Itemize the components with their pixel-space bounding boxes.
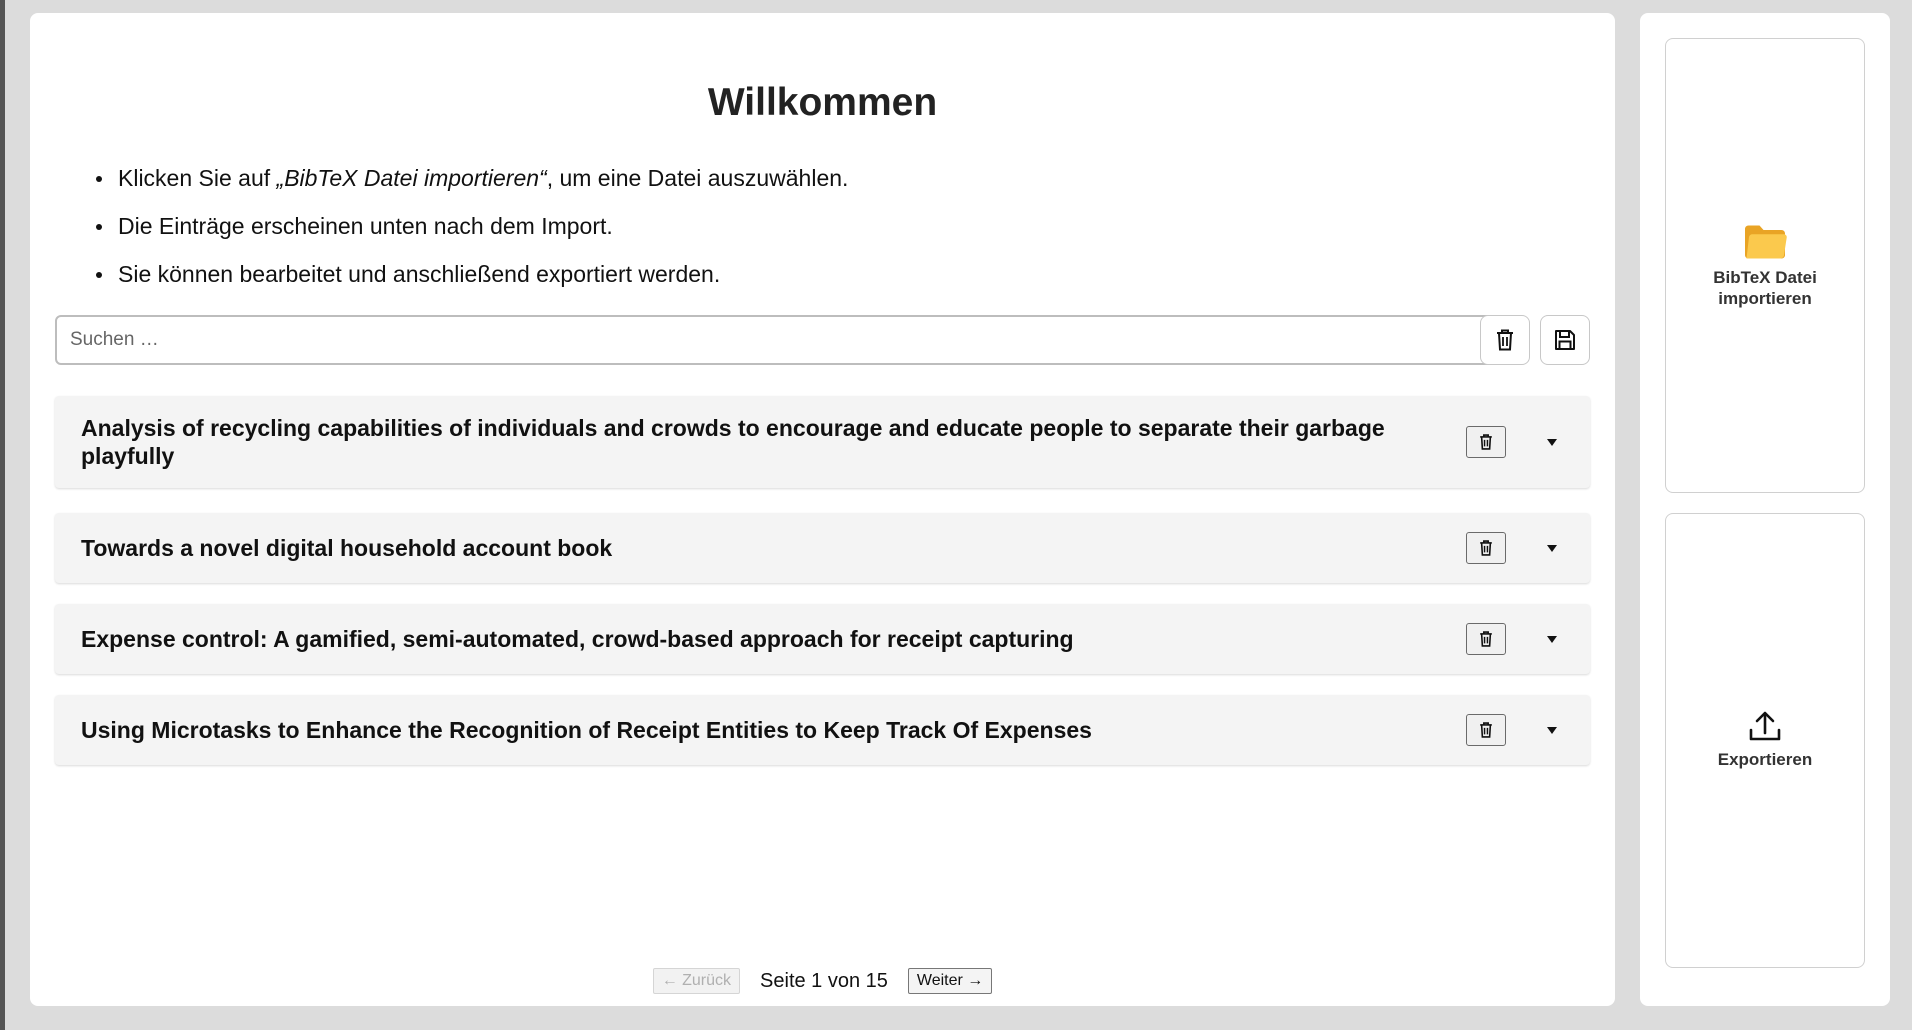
- main-panel: Willkommen Klicken Sie auf „BibTeX Datei…: [30, 13, 1615, 1006]
- trash-icon: [1480, 540, 1492, 556]
- expand-toggle[interactable]: [1544, 540, 1560, 556]
- page-indicator: Seite 1 von 15: [760, 969, 888, 992]
- list-item[interactable]: Using Microtasks to Enhance the Recognit…: [55, 695, 1590, 765]
- folder-icon: [1745, 225, 1787, 258]
- import-label: BibTeX Datei importieren: [1713, 267, 1817, 308]
- trash-icon: [1480, 631, 1492, 647]
- delete-entry-button[interactable]: [1466, 714, 1506, 746]
- caret-down-icon: [1547, 726, 1557, 734]
- caret-down-icon: [1547, 544, 1557, 552]
- list-item[interactable]: Analysis of recycling capabilities of in…: [55, 396, 1590, 488]
- entry-title: Expense control: A gamified, semi-automa…: [81, 626, 1074, 652]
- previous-page-button[interactable]: ← Zurück: [652, 968, 741, 994]
- instruction-list: Klicken Sie auf „BibTeX Datei importiere…: [88, 163, 848, 307]
- trash-icon: [1497, 329, 1513, 351]
- pagination: ← Zurück Seite 1 von 15 Weiter →: [30, 965, 1615, 997]
- instruction-item: Die Einträge erscheinen unten nach dem I…: [88, 211, 848, 259]
- page-title: Willkommen: [707, 81, 938, 124]
- list-item[interactable]: Towards a novel digital household accoun…: [55, 513, 1590, 583]
- instruction-item: Sie können bearbeitet und anschließend e…: [88, 259, 848, 307]
- entry-title: Towards a novel digital household accoun…: [81, 535, 613, 561]
- list-item[interactable]: Expense control: A gamified, semi-automa…: [55, 604, 1590, 674]
- trash-icon: [1480, 722, 1492, 738]
- window-edge: [0, 0, 5, 1030]
- expand-toggle[interactable]: [1544, 722, 1560, 738]
- entry-title: Using Microtasks to Enhance the Recognit…: [81, 717, 1092, 743]
- action-sidebar: BibTeX Datei importieren Exportieren: [1640, 13, 1890, 1006]
- expand-toggle[interactable]: [1544, 631, 1560, 647]
- export-label: Exportieren: [1717, 750, 1813, 769]
- delete-entry-button[interactable]: [1466, 532, 1506, 564]
- clear-all-button[interactable]: [1480, 315, 1530, 365]
- instruction-item: Klicken Sie auf „BibTeX Datei importiere…: [88, 163, 848, 211]
- export-button[interactable]: Exportieren: [1665, 513, 1865, 968]
- save-button[interactable]: [1540, 315, 1590, 365]
- entry-title: Analysis of recycling capabilities of in…: [81, 415, 1385, 469]
- delete-entry-button[interactable]: [1466, 623, 1506, 655]
- instruction-emphasis: „BibTeX Datei importieren“: [276, 165, 547, 191]
- next-page-button[interactable]: Weiter →: [907, 968, 993, 994]
- import-bibtex-button[interactable]: BibTeX Datei importieren: [1665, 38, 1865, 493]
- trash-icon: [1480, 434, 1492, 450]
- caret-down-icon: [1547, 438, 1557, 446]
- expand-toggle[interactable]: [1544, 434, 1560, 450]
- delete-entry-button[interactable]: [1466, 426, 1506, 458]
- floppy-disk-icon: [1555, 330, 1575, 350]
- caret-down-icon: [1547, 635, 1557, 643]
- search-input[interactable]: [55, 315, 1500, 365]
- upload-icon: [1749, 711, 1781, 741]
